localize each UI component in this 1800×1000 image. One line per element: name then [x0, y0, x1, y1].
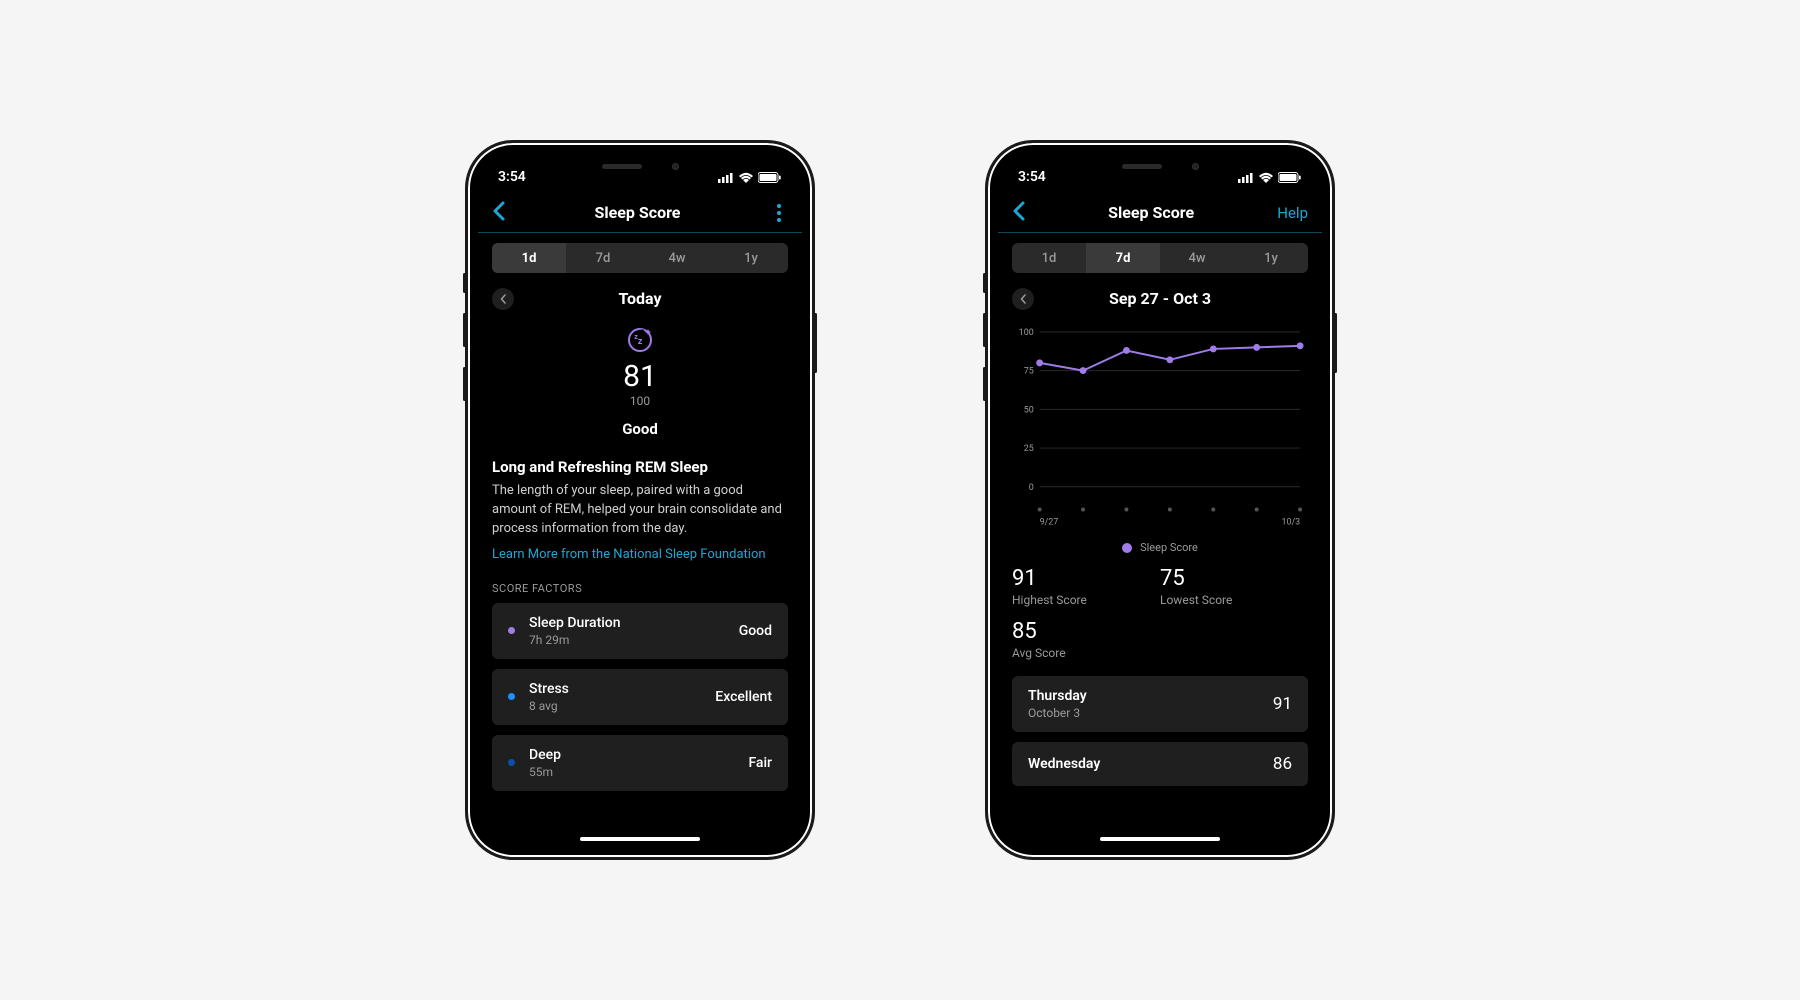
segment-7d[interactable]: 7d	[1086, 243, 1160, 273]
stat-label: Lowest Score	[1160, 593, 1308, 607]
timeframe-segmented-control[interactable]: 1d 7d 4w 1y	[1012, 243, 1308, 273]
svg-text:25: 25	[1024, 444, 1034, 454]
svg-text:10/3: 10/3	[1282, 517, 1301, 527]
day-name: Wednesday	[1028, 756, 1273, 772]
stat-label: Highest Score	[1012, 593, 1160, 607]
battery-icon	[758, 172, 782, 183]
segment-1d[interactable]: 1d	[492, 243, 566, 273]
svg-text:0: 0	[1029, 483, 1034, 493]
factor-deep[interactable]: Deep 55m Fair	[492, 735, 788, 791]
factor-rating: Fair	[748, 755, 772, 771]
sleep-moon-icon: z z	[492, 324, 788, 358]
score-value: 81	[492, 362, 788, 392]
svg-text:100: 100	[1019, 328, 1034, 338]
day-value: 86	[1273, 754, 1292, 774]
factor-dot-icon	[508, 627, 515, 634]
factor-sub: 55m	[529, 765, 748, 779]
segment-4w[interactable]: 4w	[640, 243, 714, 273]
day-name: Thursday	[1028, 688, 1273, 704]
date-row: Today	[492, 289, 788, 308]
factor-rating: Excellent	[715, 689, 772, 705]
legend-label: Sleep Score	[1140, 541, 1198, 554]
svg-text:9/27: 9/27	[1040, 517, 1059, 527]
factor-name: Stress	[529, 681, 715, 697]
stage: 3:54 Sleep Score 1d 7d 4w 1y	[0, 0, 1800, 1000]
stat-value: 91	[1012, 568, 1160, 590]
score-rating: Good	[492, 420, 788, 438]
date-label: Today	[618, 289, 661, 308]
page-title: Sleep Score	[1108, 203, 1194, 222]
home-indicator[interactable]	[580, 837, 700, 841]
status-time: 3:54	[498, 169, 526, 185]
insight-section: Long and Refreshing REM Sleep The length…	[492, 458, 788, 562]
previous-date-button[interactable]	[492, 288, 514, 310]
segment-1y[interactable]: 1y	[1234, 243, 1308, 273]
chart-legend: Sleep Score	[1012, 541, 1308, 554]
score-block: z z 81 100 Good	[492, 324, 788, 438]
phone-frame-right: 3:54 Sleep Score Help 1d 7d 4w 1y	[985, 140, 1335, 860]
home-indicator[interactable]	[1100, 837, 1220, 841]
svg-text:50: 50	[1024, 405, 1034, 415]
page-title: Sleep Score	[595, 203, 681, 222]
score-factors-header: SCORE FACTORS	[492, 582, 788, 595]
svg-text:z: z	[634, 333, 638, 341]
battery-icon	[1278, 172, 1302, 183]
day-sub: October 3	[1028, 706, 1273, 720]
back-button[interactable]	[1012, 201, 1025, 225]
factor-name: Deep	[529, 747, 748, 763]
insight-body: The length of your sleep, paired with a …	[492, 482, 788, 539]
factor-stress[interactable]: Stress 8 avg Excellent	[492, 669, 788, 725]
date-row: Sep 27 - Oct 3	[1012, 289, 1308, 308]
insight-title: Long and Refreshing REM Sleep	[492, 458, 788, 476]
stat-label: Avg Score	[1012, 646, 1160, 660]
wifi-icon	[738, 172, 754, 183]
legend-dot-icon	[1122, 543, 1132, 553]
cellular-signal-icon	[1238, 172, 1254, 183]
stat-lowest: 75 Lowest Score	[1160, 568, 1308, 607]
nav-bar: Sleep Score Help	[998, 193, 1322, 233]
stat-value: 85	[1012, 621, 1160, 643]
insight-link[interactable]: Learn More from the National Sleep Found…	[492, 547, 788, 562]
segment-1d[interactable]: 1d	[1012, 243, 1086, 273]
factor-sleep-duration[interactable]: Sleep Duration 7h 29m Good	[492, 603, 788, 659]
day-value: 91	[1273, 694, 1292, 714]
stat-avg: 85 Avg Score	[1012, 621, 1160, 660]
day-row-thursday[interactable]: Thursday October 3 91	[1012, 676, 1308, 732]
help-button[interactable]: Help	[1277, 204, 1308, 222]
nav-bar: Sleep Score	[478, 193, 802, 233]
factor-dot-icon	[508, 693, 515, 700]
score-max: 100	[492, 394, 788, 408]
date-label: Sep 27 - Oct 3	[1109, 289, 1211, 308]
segment-7d[interactable]: 7d	[566, 243, 640, 273]
screen: 3:54 Sleep Score 1d 7d 4w 1y	[478, 153, 802, 847]
back-button[interactable]	[492, 201, 505, 225]
day-row-wednesday[interactable]: Wednesday 86	[1012, 742, 1308, 786]
sleep-score-chart[interactable]: 0 25 50 75 100 9/27 10/3	[1012, 324, 1308, 531]
timeframe-segmented-control[interactable]: 1d 7d 4w 1y	[492, 243, 788, 273]
factor-rating: Good	[739, 623, 772, 639]
stat-value: 75	[1160, 568, 1308, 590]
segment-1y[interactable]: 1y	[714, 243, 788, 273]
factor-sub: 7h 29m	[529, 633, 739, 647]
segment-4w[interactable]: 4w	[1160, 243, 1234, 273]
stats-grid: 91 Highest Score 75 Lowest Score 85 Avg …	[1012, 568, 1308, 660]
factor-name: Sleep Duration	[529, 615, 739, 631]
factor-sub: 8 avg	[529, 699, 715, 713]
cellular-signal-icon	[718, 172, 734, 183]
wifi-icon	[1258, 172, 1274, 183]
svg-text:75: 75	[1024, 367, 1034, 377]
stat-highest: 91 Highest Score	[1012, 568, 1160, 607]
previous-date-button[interactable]	[1012, 288, 1034, 310]
screen: 3:54 Sleep Score Help 1d 7d 4w 1y	[998, 153, 1322, 847]
chart-svg: 0 25 50 75 100 9/27 10/3	[1012, 324, 1308, 531]
phone-frame-left: 3:54 Sleep Score 1d 7d 4w 1y	[465, 140, 815, 860]
svg-text:z: z	[638, 337, 643, 347]
status-time: 3:54	[1018, 169, 1046, 185]
more-menu-button[interactable]	[770, 204, 788, 222]
factor-dot-icon	[508, 759, 515, 766]
